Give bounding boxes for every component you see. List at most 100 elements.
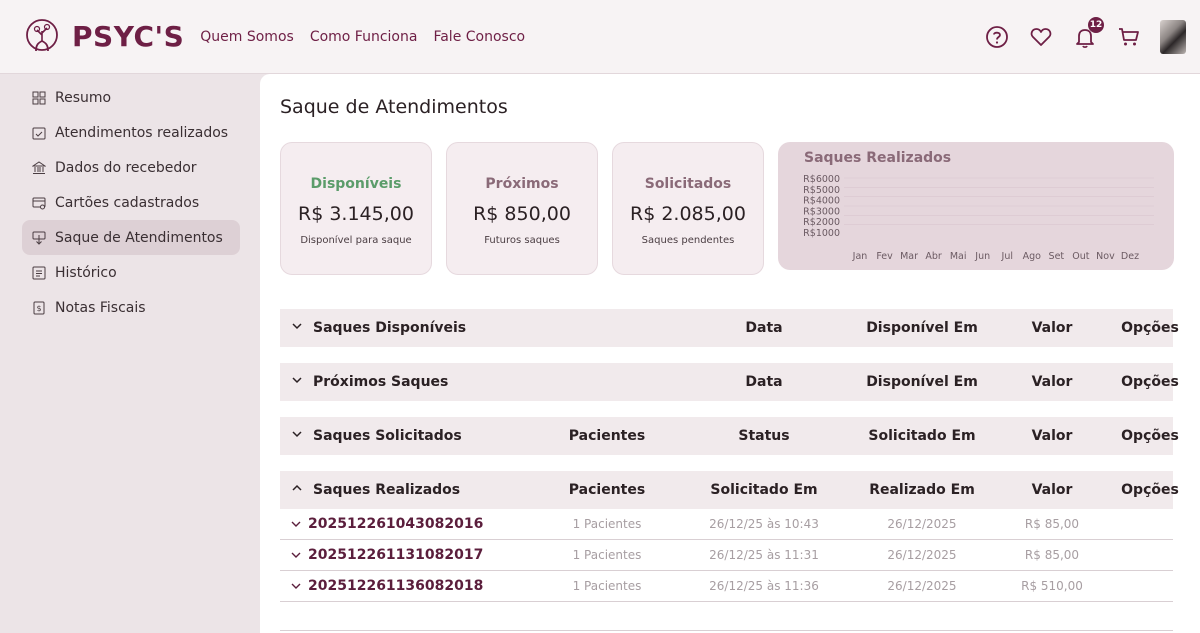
help-button[interactable] bbox=[984, 24, 1010, 50]
x-tick-label: Nov bbox=[1096, 251, 1115, 262]
chevron-down-icon[interactable] bbox=[290, 518, 302, 530]
chevron-up-icon[interactable] bbox=[290, 481, 304, 495]
sidebar-item-cartoes[interactable]: Cartões cadastrados bbox=[22, 185, 240, 220]
column-header: Opções bbox=[1121, 428, 1179, 444]
withdrawal-id-link[interactable]: 202512261136082018 bbox=[308, 578, 483, 594]
cell-valor: R$ 85,00 bbox=[1024, 548, 1080, 562]
column-header: Opções bbox=[1121, 374, 1179, 390]
sidebar-item-label: Atendimentos realizados bbox=[55, 124, 229, 141]
table-row[interactable]: 202512261043082016 1 Pacientes 26/12/25 … bbox=[280, 509, 1173, 540]
column-header: Data bbox=[745, 320, 783, 336]
sidebar-item-notas[interactable]: $ Notas Fiscais bbox=[22, 290, 240, 325]
dashboard-icon bbox=[32, 91, 46, 105]
cell-solicitado: 26/12/25 às 10:43 bbox=[709, 517, 819, 531]
x-tick-label: Set bbox=[1049, 251, 1065, 262]
sidebar: Resumo Atendimentos realizados Dados do … bbox=[0, 74, 248, 633]
column-header: Opções bbox=[1121, 320, 1179, 336]
saques-realizados-chart: R$6000 R$5000 R$4000 R$3000 R$2000 R$1000 Jan F… bbox=[778, 142, 1174, 270]
y-tick-label: R$6000 bbox=[803, 174, 840, 185]
y-tick-label: R$3000 bbox=[803, 206, 840, 217]
card-disponiveis: Disponíveis R$ 3.145,00 Disponível para … bbox=[280, 142, 432, 275]
card-subtitle: Saques pendentes bbox=[641, 235, 735, 246]
x-tick-label: Dez bbox=[1121, 251, 1139, 262]
card-amount: R$ 3.145,00 bbox=[298, 203, 414, 225]
top-header: PSYC'S Quem Somos Como Funciona Fale Con… bbox=[0, 0, 1200, 74]
withdrawal-id-link[interactable]: 202512261043082016 bbox=[308, 516, 483, 532]
history-icon bbox=[32, 266, 46, 280]
sidebar-item-label: Dados do recebedor bbox=[55, 159, 197, 176]
column-header: Solicitado Em bbox=[868, 428, 976, 444]
section-title[interactable]: Próximos Saques bbox=[313, 374, 448, 390]
x-tick-label: Jul bbox=[1001, 251, 1013, 262]
x-tick-label: Jun bbox=[974, 251, 990, 262]
divider bbox=[280, 630, 1173, 631]
section-saques-disponiveis[interactable]: Saques Disponíveis Data Disponível Em Va… bbox=[280, 309, 1179, 347]
notifications-button[interactable]: 12 bbox=[1072, 17, 1104, 50]
card-solicitados: Solicitados R$ 2.085,00 Saques pendentes bbox=[612, 142, 764, 275]
chevron-down-icon[interactable] bbox=[290, 319, 304, 333]
x-tick-label: Fev bbox=[876, 251, 893, 262]
sidebar-item-atendimentos[interactable]: Atendimentos realizados bbox=[22, 115, 240, 150]
section-title[interactable]: Saques Realizados bbox=[313, 482, 460, 498]
y-tick-label: R$2000 bbox=[803, 217, 840, 228]
section-saques-realizados[interactable]: Saques Realizados Pacientes Solicitado E… bbox=[280, 471, 1179, 509]
brand-logo[interactable]: PSYC'S bbox=[22, 17, 184, 57]
column-header: Status bbox=[738, 428, 790, 444]
y-tick-label: R$1000 bbox=[803, 228, 840, 239]
user-avatar[interactable] bbox=[1160, 20, 1186, 54]
card-subtitle: Futuros saques bbox=[484, 235, 560, 246]
tree-head-logo-icon bbox=[26, 18, 58, 51]
nav-fale-conosco[interactable]: Fale Conosco bbox=[433, 29, 525, 45]
cell-pacientes: 1 Pacientes bbox=[572, 579, 642, 593]
sidebar-item-resumo[interactable]: Resumo bbox=[22, 80, 240, 115]
favorites-button[interactable] bbox=[1028, 24, 1054, 50]
cell-pacientes: 1 Pacientes bbox=[572, 548, 642, 562]
cell-valor: R$ 85,00 bbox=[1024, 517, 1080, 531]
cell-pacientes: 1 Pacientes bbox=[572, 517, 642, 531]
column-header: Solicitado Em bbox=[710, 482, 818, 498]
y-tick-label: R$5000 bbox=[803, 185, 840, 196]
sidebar-item-dados-recebedor[interactable]: Dados do recebedor bbox=[22, 150, 240, 185]
column-header: Disponível Em bbox=[866, 374, 978, 390]
x-tick-label: Abr bbox=[925, 251, 942, 262]
cell-valor: R$ 510,00 bbox=[1021, 579, 1083, 593]
x-tick-label: Ago bbox=[1023, 251, 1042, 262]
card-subtitle: Disponível para saque bbox=[300, 235, 412, 246]
nav-como-funciona[interactable]: Como Funciona bbox=[310, 29, 418, 45]
section-title[interactable]: Saques Disponíveis bbox=[313, 320, 466, 336]
column-header: Pacientes bbox=[568, 428, 646, 444]
column-header: Opções bbox=[1121, 482, 1179, 498]
cart-button[interactable] bbox=[1116, 24, 1142, 50]
chart-title: Saques Realizados bbox=[804, 150, 952, 166]
card-title: Solicitados bbox=[644, 176, 732, 192]
heart-icon bbox=[1030, 28, 1052, 46]
table-row[interactable]: 202512261136082018 1 Pacientes 26/12/25 … bbox=[280, 571, 1173, 602]
card-title: Próximos bbox=[485, 176, 559, 192]
x-tick-label: Jan bbox=[852, 251, 868, 262]
chevron-down-icon[interactable] bbox=[290, 427, 304, 441]
table-row[interactable]: 202512261131082017 1 Pacientes 26/12/25 … bbox=[280, 540, 1173, 571]
card-title: Disponíveis bbox=[310, 176, 402, 192]
x-tick-label: Mai bbox=[950, 251, 967, 262]
section-saques-solicitados[interactable]: Saques Solicitados Pacientes Status Soli… bbox=[280, 417, 1179, 455]
chevron-down-icon[interactable] bbox=[290, 549, 302, 561]
chevron-down-icon[interactable] bbox=[290, 580, 302, 592]
card-icon bbox=[32, 196, 46, 210]
sidebar-item-label: Saque de Atendimentos bbox=[55, 229, 223, 246]
x-tick-label: Out bbox=[1072, 251, 1089, 262]
sidebar-item-label: Histórico bbox=[55, 264, 117, 281]
y-tick-label: R$4000 bbox=[803, 196, 840, 207]
cell-solicitado: 26/12/25 às 11:36 bbox=[709, 579, 819, 593]
section-proximos-saques[interactable]: Próximos Saques Data Disponível Em Valor… bbox=[280, 363, 1179, 401]
nav-quem-somos[interactable]: Quem Somos bbox=[200, 29, 294, 45]
help-icon bbox=[986, 26, 1008, 48]
sidebar-item-historico[interactable]: Histórico bbox=[22, 255, 240, 290]
withdrawal-id-link[interactable]: 202512261131082017 bbox=[308, 547, 483, 563]
chevron-down-icon[interactable] bbox=[290, 373, 304, 387]
column-header: Disponível Em bbox=[866, 320, 978, 336]
sidebar-item-saque[interactable]: Saque de Atendimentos bbox=[22, 220, 240, 255]
svg-text:$: $ bbox=[36, 304, 41, 313]
main-panel: Saque de Atendimentos Disponíveis R$ 3.1… bbox=[260, 74, 1200, 633]
section-title[interactable]: Saques Solicitados bbox=[313, 428, 462, 444]
page-title: Saque de Atendimentos bbox=[280, 96, 508, 118]
